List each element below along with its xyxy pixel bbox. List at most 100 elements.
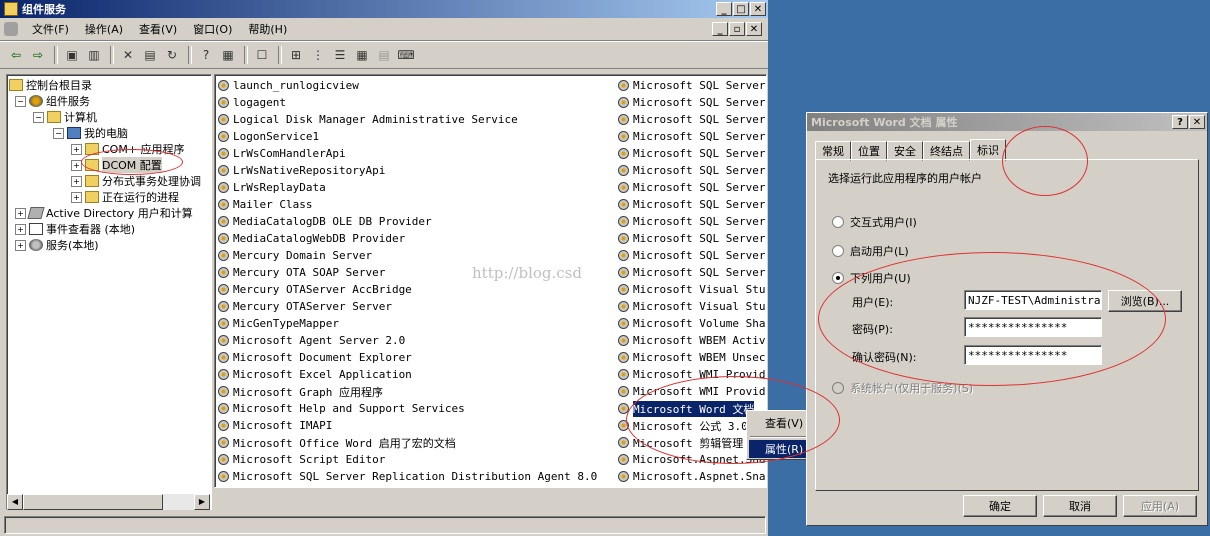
user-field[interactable]: NJZF-TEST\Administrato	[964, 290, 1102, 310]
list-item[interactable]: Microsoft SQL Server R	[617, 213, 766, 230]
menu-file[interactable]: 文件(F)	[24, 21, 77, 37]
help-button[interactable]: ?	[1172, 115, 1188, 129]
list-item[interactable]: Microsoft Visual Studi	[617, 281, 766, 298]
help-icon[interactable]: ?	[196, 45, 216, 65]
expand-icon[interactable]: +	[71, 191, 82, 203]
collapse-icon[interactable]: −	[53, 127, 64, 139]
list-item[interactable]: Microsoft Script Editor	[217, 451, 385, 468]
list-item[interactable]: LrWsReplayData	[217, 179, 326, 196]
tab-identity[interactable]: 标识	[970, 139, 1006, 161]
expand-icon[interactable]: +	[15, 207, 26, 219]
list-item[interactable]: Microsoft SQL Server R	[617, 128, 766, 145]
password-field[interactable]: ***************	[964, 317, 1102, 337]
list-item[interactable]: Microsoft SQL Server R	[617, 77, 766, 94]
browse-button[interactable]: 浏览(B)...	[1108, 290, 1182, 312]
radio-interactive[interactable]: 交互式用户(I)	[832, 214, 917, 230]
scroll-left-icon[interactable]: ◀	[7, 494, 23, 510]
list-item[interactable]: Microsoft WBEM Unsecur	[617, 349, 766, 366]
list-item[interactable]: Microsoft SQL Server R	[617, 247, 766, 264]
tree-computers[interactable]: − 计算机	[33, 109, 97, 125]
list-item[interactable]: Logical Disk Manager Administrative Serv…	[217, 111, 518, 128]
tree-hscroll[interactable]: ◀ ▶	[7, 494, 210, 510]
list-item[interactable]: Microsoft SQL Server Replication Distrib…	[217, 468, 597, 485]
list-item[interactable]: MediaCatalogDB OLE DB Provider	[217, 213, 432, 230]
status-icon[interactable]: ▤	[374, 45, 394, 65]
list-item[interactable]: Microsoft WMI Provider	[617, 366, 766, 383]
back-icon[interactable]: ⇦	[6, 45, 26, 65]
tree-component-services[interactable]: − 组件服务	[15, 93, 90, 109]
expand-icon[interactable]: +	[15, 223, 26, 235]
up-folder-icon[interactable]: ▣	[62, 45, 82, 65]
menu-action[interactable]: 操作(A)	[77, 21, 131, 37]
child-minimize-button[interactable]: _	[712, 22, 728, 36]
expand-icon[interactable]: +	[71, 175, 82, 187]
list-item[interactable]: Mercury OTAServer AccBridge	[217, 281, 412, 298]
list-item[interactable]: Microsoft SQL Server R	[617, 145, 766, 162]
tree-my-computer[interactable]: − 我的电脑	[53, 125, 128, 141]
list-item[interactable]: Microsoft Help and Support Services	[217, 400, 465, 417]
confirm-password-field[interactable]: ***************	[964, 345, 1102, 365]
list-item[interactable]: Microsoft SQL Server R	[617, 111, 766, 128]
list-item[interactable]: Microsoft SQL Server R	[617, 196, 766, 213]
list-item[interactable]: Microsoft IMAPI	[217, 417, 332, 434]
minimize-button[interactable]: _	[716, 2, 732, 16]
list-item[interactable]: logagent	[217, 94, 286, 111]
list-item[interactable]: Microsoft Volume Shado	[617, 315, 766, 332]
collapse-icon[interactable]: −	[15, 95, 26, 107]
list-item[interactable]: Microsoft WMI Provider	[617, 383, 766, 400]
list-item[interactable]: Microsoft SQL Server R	[617, 264, 766, 281]
detail-view-icon[interactable]: ▦	[352, 45, 372, 65]
radio-system-account[interactable]: 系统帐户(仅用于服务)(S)	[832, 380, 973, 396]
list-item[interactable]: LrWsNativeRepositoryApi	[217, 162, 385, 179]
menu-help[interactable]: 帮助(H)	[240, 21, 295, 37]
ok-button[interactable]: 确定	[963, 495, 1037, 517]
properties-icon[interactable]: ▤	[140, 45, 160, 65]
list-item[interactable]: Microsoft 公式 3.0	[617, 417, 748, 434]
tree-root[interactable]: 控制台根目录	[9, 77, 92, 93]
list-item[interactable]: Microsoft Document Explorer	[217, 349, 412, 366]
console-icon[interactable]: ▦	[218, 45, 238, 65]
cancel-button[interactable]: 取消	[1043, 495, 1117, 517]
tree-com-plus[interactable]: + COM+ 应用程序	[71, 141, 185, 157]
list-item[interactable]: Mercury OTA SOAP Server	[217, 264, 385, 281]
expand-icon[interactable]: +	[15, 239, 26, 251]
list-item[interactable]: Mercury OTAServer Server	[217, 298, 392, 315]
list-item[interactable]: LogonService1	[217, 128, 319, 145]
tab-location[interactable]: 位置	[851, 141, 887, 161]
expand-icon[interactable]: +	[71, 143, 82, 155]
list-item[interactable]: Microsoft Excel Application	[217, 366, 412, 383]
expand-icon[interactable]: +	[71, 159, 82, 171]
radio-launching[interactable]: 启动用户(L)	[832, 243, 909, 259]
list-item[interactable]: MediaCatalogWebDB Provider	[217, 230, 405, 247]
menu-view[interactable]: 查看(V)	[131, 21, 185, 37]
forward-icon[interactable]: ⇨	[28, 45, 48, 65]
list-item[interactable]: MicGenTypeMapper	[217, 315, 339, 332]
refresh-icon[interactable]: ↻	[162, 45, 182, 65]
list-view-icon[interactable]: ☰	[330, 45, 350, 65]
list-item[interactable]: Microsoft SQL Server R	[617, 162, 766, 179]
radio-this-user[interactable]: 下列用户(U)	[832, 270, 911, 286]
tree-services[interactable]: + 服务(本地)	[15, 237, 99, 253]
list-item[interactable]: Microsoft.Aspnet.Snapi	[617, 468, 766, 485]
scroll-right-icon[interactable]: ▶	[194, 494, 210, 510]
tree-dcom-config[interactable]: + DCOM 配置	[71, 157, 162, 173]
list-item[interactable]: Mailer Class	[217, 196, 312, 213]
tree-active-directory[interactable]: + Active Directory 用户和计算	[15, 205, 193, 221]
list-item[interactable]: Microsoft SQL Server R	[617, 94, 766, 111]
child-restore-button[interactable]: ▫	[729, 22, 745, 36]
dialog-title-bar[interactable]: Microsoft Word 文档 属性 ? ✕	[807, 113, 1207, 131]
list-item[interactable]: Microsoft SQL Server R	[617, 179, 766, 196]
list-item[interactable]: Microsoft Graph 应用程序	[217, 383, 383, 400]
child-close-button[interactable]: ✕	[746, 22, 762, 36]
scroll-thumb[interactable]	[23, 494, 163, 510]
computer-icon[interactable]: ⌨	[396, 45, 416, 65]
menu-window[interactable]: 窗口(O)	[185, 21, 240, 37]
list-item[interactable]: Microsoft.Aspnet.Snap	[617, 451, 766, 468]
list-item[interactable]: launch_runlogicview	[217, 77, 359, 94]
dialog-close-button[interactable]: ✕	[1189, 115, 1205, 129]
console-tree[interactable]: 控制台根目录 − 组件服务 − 计算机 − 我的电脑 + COM+ 应用程序 +…	[6, 74, 212, 510]
small-icons-icon[interactable]: ⋮	[308, 45, 328, 65]
tab-security[interactable]: 安全	[887, 141, 923, 161]
tab-general[interactable]: 常规	[815, 141, 851, 161]
tree-event-viewer[interactable]: + 事件查看器 (本地)	[15, 221, 135, 237]
